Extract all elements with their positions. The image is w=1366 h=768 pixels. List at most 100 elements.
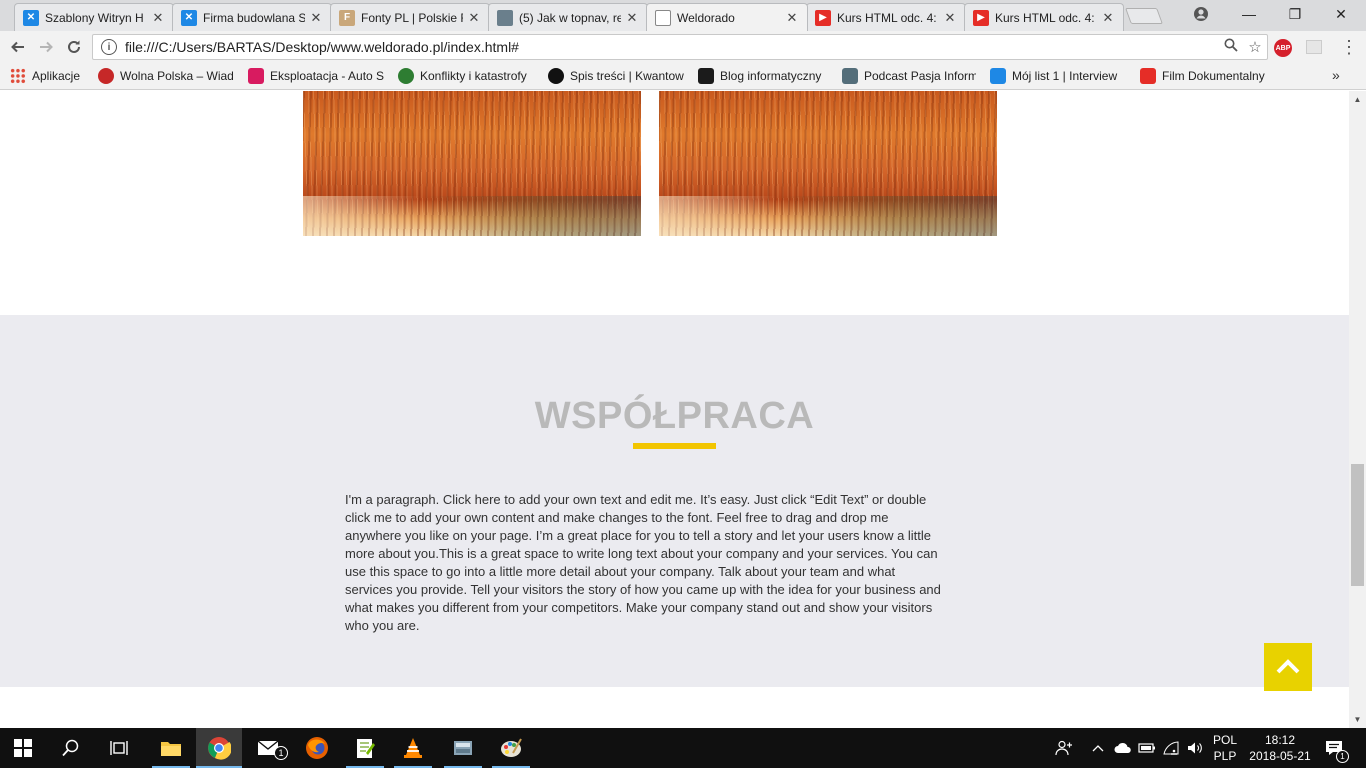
battery-icon[interactable] [1136,728,1158,768]
adblock-plus-icon[interactable]: ABP [1274,39,1292,57]
extension-icon[interactable] [1306,40,1322,54]
search-button[interactable] [48,728,94,768]
bookmark-podcast[interactable]: Podcast Pasja Inform [842,67,976,85]
scanner-icon [454,741,472,755]
bookmark-label: Spis treści | Kwantow [570,69,684,83]
volume-icon[interactable] [1184,728,1206,768]
tab-title: Weldorado [677,10,735,25]
browser-toolbar: i file:///C:/Users/BARTAS/Desktop/www.we… [0,31,1366,63]
vertical-scrollbar[interactable]: ▲ ▼ [1349,91,1366,728]
tab-title: Kurs HTML odc. 4: [837,10,937,25]
address-url[interactable]: file:///C:/Users/BARTAS/Desktop/www.weld… [125,39,1219,55]
minimize-button[interactable]: — [1226,0,1272,28]
bookmark-wolna-polska[interactable]: Wolna Polska – Wiad [98,67,236,85]
paint-button[interactable] [488,728,534,768]
reload-button[interactable] [62,35,86,59]
youtube-icon: ▶ [973,9,989,26]
bookmark-blog-informatyczny[interactable]: Blog informatyczny [698,67,832,85]
tab-kurs-html-2[interactable]: ▶ Kurs HTML odc. 4: ✕ [964,3,1124,31]
close-icon[interactable]: ✕ [785,10,799,26]
reload-icon [68,40,80,53]
tab-firma-budowlana[interactable]: ✕ Firma budowlana S ✕ [172,3,332,31]
input-language-indicator[interactable]: POL PLP [1208,732,1242,764]
close-icon[interactable]: ✕ [151,10,165,26]
bookmark-label: Blog informatyczny [720,69,822,83]
chrome-icon [208,737,231,760]
language-code: POL [1212,733,1237,747]
close-window-button[interactable]: ✕ [1318,0,1364,28]
page-viewport: WSPÓŁPRACA I'm a paragraph. Click here t… [0,91,1349,728]
vlc-button[interactable] [390,728,436,768]
globe-icon [398,68,414,84]
tab-title: Kurs HTML odc. 4: [995,10,1095,25]
close-icon[interactable]: ✕ [467,10,481,26]
close-icon[interactable]: ✕ [943,10,957,26]
blog-icon [698,68,714,84]
tab-jak-w-topnav[interactable]: (5) Jak w topnav, re ✕ [488,3,648,31]
eksploatacja-icon [248,68,264,84]
people-icon[interactable] [1052,728,1076,768]
onedrive-cloud-icon[interactable] [1112,728,1134,768]
close-icon[interactable]: ✕ [309,10,323,26]
tab-title: (5) Jak w topnav, re [519,10,621,25]
more-bookmarks-chevron-icon[interactable]: » [1332,67,1340,83]
chrome-button[interactable] [196,728,242,768]
task-view-button[interactable] [96,728,142,768]
bookmark-spis-tresci[interactable]: Spis treści | Kwantow [548,67,686,85]
task-view-icon [110,741,128,755]
apps-grid-icon [10,68,26,84]
youtube-icon [1140,68,1156,84]
clock-time: 18:12 [1264,733,1296,747]
close-icon[interactable]: ✕ [1101,10,1115,26]
wifi-icon[interactable] [1160,728,1182,768]
zoom-search-icon[interactable] [1219,38,1243,56]
tab-szablony[interactable]: ✕ Szablony Witryn H ✕ [14,3,174,31]
bookmark-eksploatacja[interactable]: Eksploatacja - Auto S [248,67,386,85]
browser-menu-icon[interactable]: ⋮ [1340,37,1358,57]
restore-button[interactable]: ❐ [1272,0,1318,28]
bookmark-konflikty[interactable]: Konflikty i katastrofy [398,67,536,85]
forward-arrow-icon [40,41,53,53]
kwantowo-icon [548,68,564,84]
scanner-app-button[interactable] [440,728,486,768]
close-icon[interactable]: ✕ [625,10,639,26]
tab-fonty-pl[interactable]: F Fonty PL | Polskie F ✕ [330,3,490,31]
bookmark-aplikacje[interactable]: Aplikacje [10,67,80,85]
start-button[interactable] [0,728,46,768]
mail-button[interactable]: 1 [246,728,292,768]
back-button[interactable] [6,35,30,59]
back-arrow-icon [11,41,24,53]
tab-title: Fonty PL | Polskie F [361,10,463,25]
scrollbar-thumb[interactable] [1351,464,1364,586]
scroll-down-arrow-icon[interactable]: ▼ [1349,711,1366,728]
action-center-button[interactable]: 1 [1320,728,1349,768]
bookmark-label: Film Dokumentalny [1162,69,1265,83]
bookmark-moj-list[interactable]: Mój list 1 | Interview [990,67,1126,85]
tab-weldorado[interactable]: Weldorado ✕ [646,3,808,31]
document-icon [655,9,671,26]
new-tab-button[interactable] [1125,8,1163,24]
info-icon[interactable]: i [101,39,117,55]
profile-icon[interactable] [1178,0,1224,28]
scroll-up-arrow-icon[interactable]: ▲ [1349,91,1366,108]
bookmark-film-dokumentalny[interactable]: Film Dokumentalny [1140,67,1280,85]
folder-icon [161,742,181,756]
bookmarks-bar: Aplikacje Wolna Polska – Wiad Eksploatac… [0,63,1366,90]
bookmark-star-icon[interactable]: ☆ [1243,38,1267,56]
chevron-up-icon[interactable] [1088,728,1108,768]
chevron-up-icon [1276,659,1300,674]
youtube-icon: ▶ [815,9,831,26]
clock[interactable]: 18:12 2018-05-21 [1244,732,1316,764]
keyboard-layout: PLP [1213,749,1237,763]
search-icon [62,739,79,757]
bookmark-label: Eksploatacja - Auto S [270,69,385,83]
interview-icon [990,68,1006,84]
tab-kurs-html-1[interactable]: ▶ Kurs HTML odc. 4: ✕ [806,3,966,31]
scroll-to-top-button[interactable] [1264,643,1312,691]
firefox-button[interactable] [294,728,340,768]
forward-button[interactable] [34,35,58,59]
notepad-plus-plus-button[interactable] [342,728,388,768]
site-favicon-icon: ✕ [23,9,39,26]
file-explorer-button[interactable] [148,728,194,768]
address-bar[interactable]: i file:///C:/Users/BARTAS/Desktop/www.we… [92,34,1268,60]
